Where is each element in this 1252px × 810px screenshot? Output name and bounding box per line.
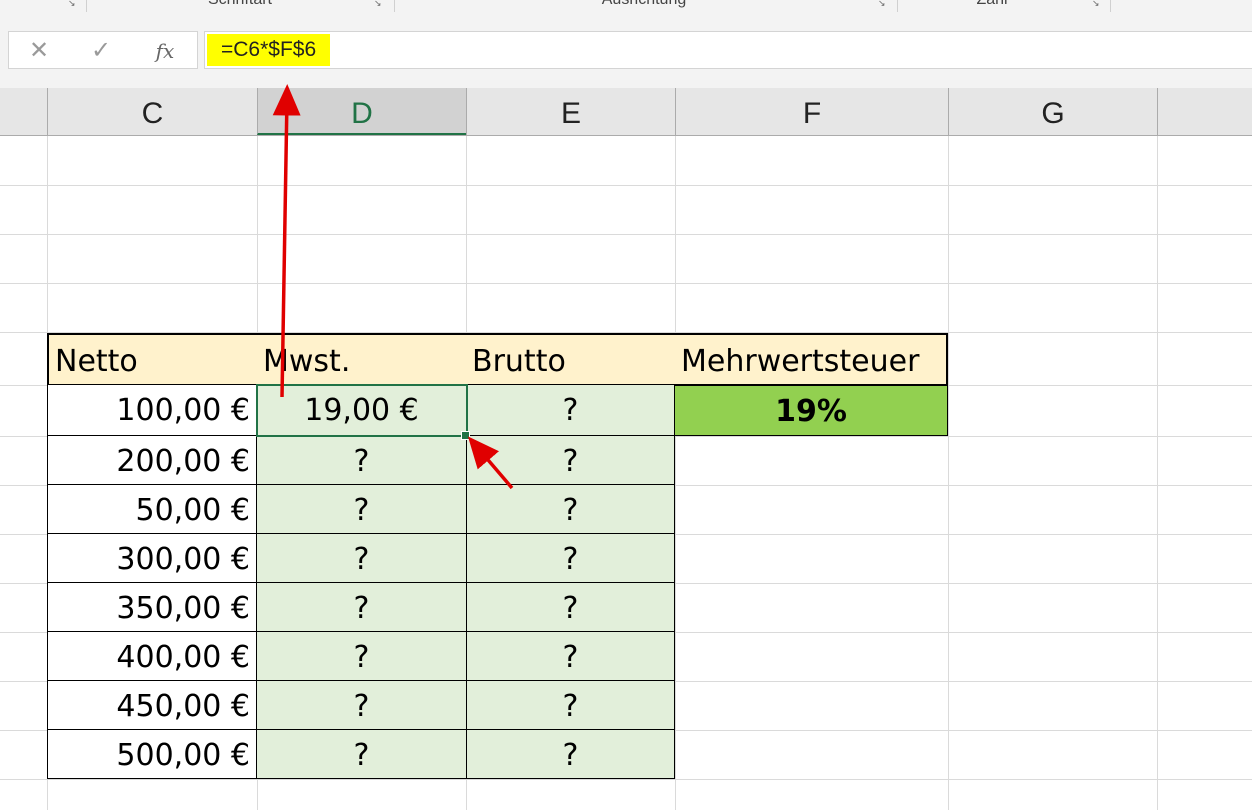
column-header-next[interactable] — [1157, 88, 1252, 135]
ribbon-separator — [1110, 0, 1111, 12]
gridline — [0, 779, 1252, 780]
cell-brutto[interactable]: ? — [466, 730, 675, 779]
cell-brutto[interactable]: ? — [466, 681, 675, 730]
cancel-x-icon[interactable]: ✕ — [19, 32, 59, 68]
formula-bar: ✕ ✓ fx =C6*$F$6 — [0, 18, 1252, 88]
cell-mwst[interactable]: ? — [257, 681, 466, 730]
formula-text: =C6*$F$6 — [207, 34, 331, 66]
cell-brutto[interactable]: ? — [466, 583, 675, 632]
cell-brutto[interactable]: ? — [466, 385, 675, 436]
cell-netto[interactable]: 450,00 € — [47, 681, 257, 730]
gridline — [1157, 136, 1158, 810]
column-header-d[interactable]: D — [257, 88, 466, 135]
cell-netto[interactable]: 350,00 € — [47, 583, 257, 632]
column-header-row: C D E F G — [0, 88, 1252, 136]
cell-netto[interactable]: 300,00 € — [47, 534, 257, 583]
cell-netto[interactable]: 400,00 € — [47, 632, 257, 681]
cell-brutto[interactable]: ? — [466, 436, 675, 485]
column-header-c[interactable]: C — [47, 88, 257, 135]
ribbon-group-label: Ausrichtung — [394, 0, 894, 9]
fill-handle[interactable] — [461, 431, 470, 440]
formula-input[interactable]: =C6*$F$6 — [204, 31, 1252, 69]
gridline — [0, 185, 1252, 186]
ribbon-group-label: Schriftart — [90, 0, 390, 9]
cell-header-brutto[interactable]: Brutto — [466, 333, 675, 385]
ribbon-group-label: Zahl — [897, 0, 1087, 9]
cell-mwst[interactable]: ? — [257, 730, 466, 779]
dialog-launcher-icon[interactable]: ↘ — [68, 0, 82, 10]
cell-header-netto[interactable]: Netto — [47, 333, 257, 385]
cell-header-mwst[interactable]: Mwst. — [257, 333, 466, 385]
ribbon-separator — [86, 0, 87, 12]
dialog-launcher-icon[interactable]: ↘ — [878, 0, 892, 10]
cell-netto[interactable]: 50,00 € — [47, 485, 257, 534]
dialog-launcher-icon[interactable]: ↘ — [1092, 0, 1106, 10]
cell-brutto[interactable]: ? — [466, 534, 675, 583]
ribbon-group-number: Zahl — [897, 0, 1087, 11]
cell-mwst[interactable]: ? — [257, 632, 466, 681]
cell-header-mehrwertsteuer[interactable]: Mehrwertsteuer — [675, 333, 948, 385]
ribbon-group-font: Schriftart — [90, 0, 390, 11]
ribbon-group-strip: Schriftart ↘ ↘ Ausrichtung ↘ Zahl ↘ — [0, 0, 1252, 18]
column-header-g[interactable]: G — [948, 88, 1157, 135]
cell-brutto[interactable]: ? — [466, 485, 675, 534]
cell-mwst[interactable]: ? — [257, 534, 466, 583]
column-header-e[interactable]: E — [466, 88, 675, 135]
gridline — [0, 234, 1252, 235]
cell-mwst[interactable]: ? — [257, 583, 466, 632]
cell-mwst[interactable]: ? — [257, 436, 466, 485]
cell-mwst[interactable]: ? — [257, 485, 466, 534]
insert-function-button[interactable]: fx — [145, 32, 185, 68]
formula-bar-buttons: ✕ ✓ fx — [8, 31, 198, 69]
cell-netto[interactable]: 500,00 € — [47, 730, 257, 779]
cell-brutto[interactable]: ? — [466, 632, 675, 681]
dialog-launcher-icon[interactable]: ↘ — [374, 0, 388, 10]
column-header-f[interactable]: F — [675, 88, 948, 135]
spreadsheet-grid[interactable]: Netto Mwst. Brutto Mehrwertsteuer 100,00… — [0, 136, 1252, 810]
cell-netto[interactable]: 100,00 € — [47, 385, 257, 436]
cell-tax-rate[interactable]: 19% — [675, 385, 948, 436]
checkmark-icon[interactable]: ✓ — [81, 32, 121, 68]
cell-mwst[interactable]: 19,00 € — [257, 385, 466, 436]
gridline — [948, 136, 949, 810]
cell-netto[interactable]: 200,00 € — [47, 436, 257, 485]
gridline — [0, 283, 1252, 284]
fx-icon: fx — [155, 39, 175, 63]
gridline — [675, 136, 676, 810]
ribbon-group-alignment: Ausrichtung — [394, 0, 894, 11]
